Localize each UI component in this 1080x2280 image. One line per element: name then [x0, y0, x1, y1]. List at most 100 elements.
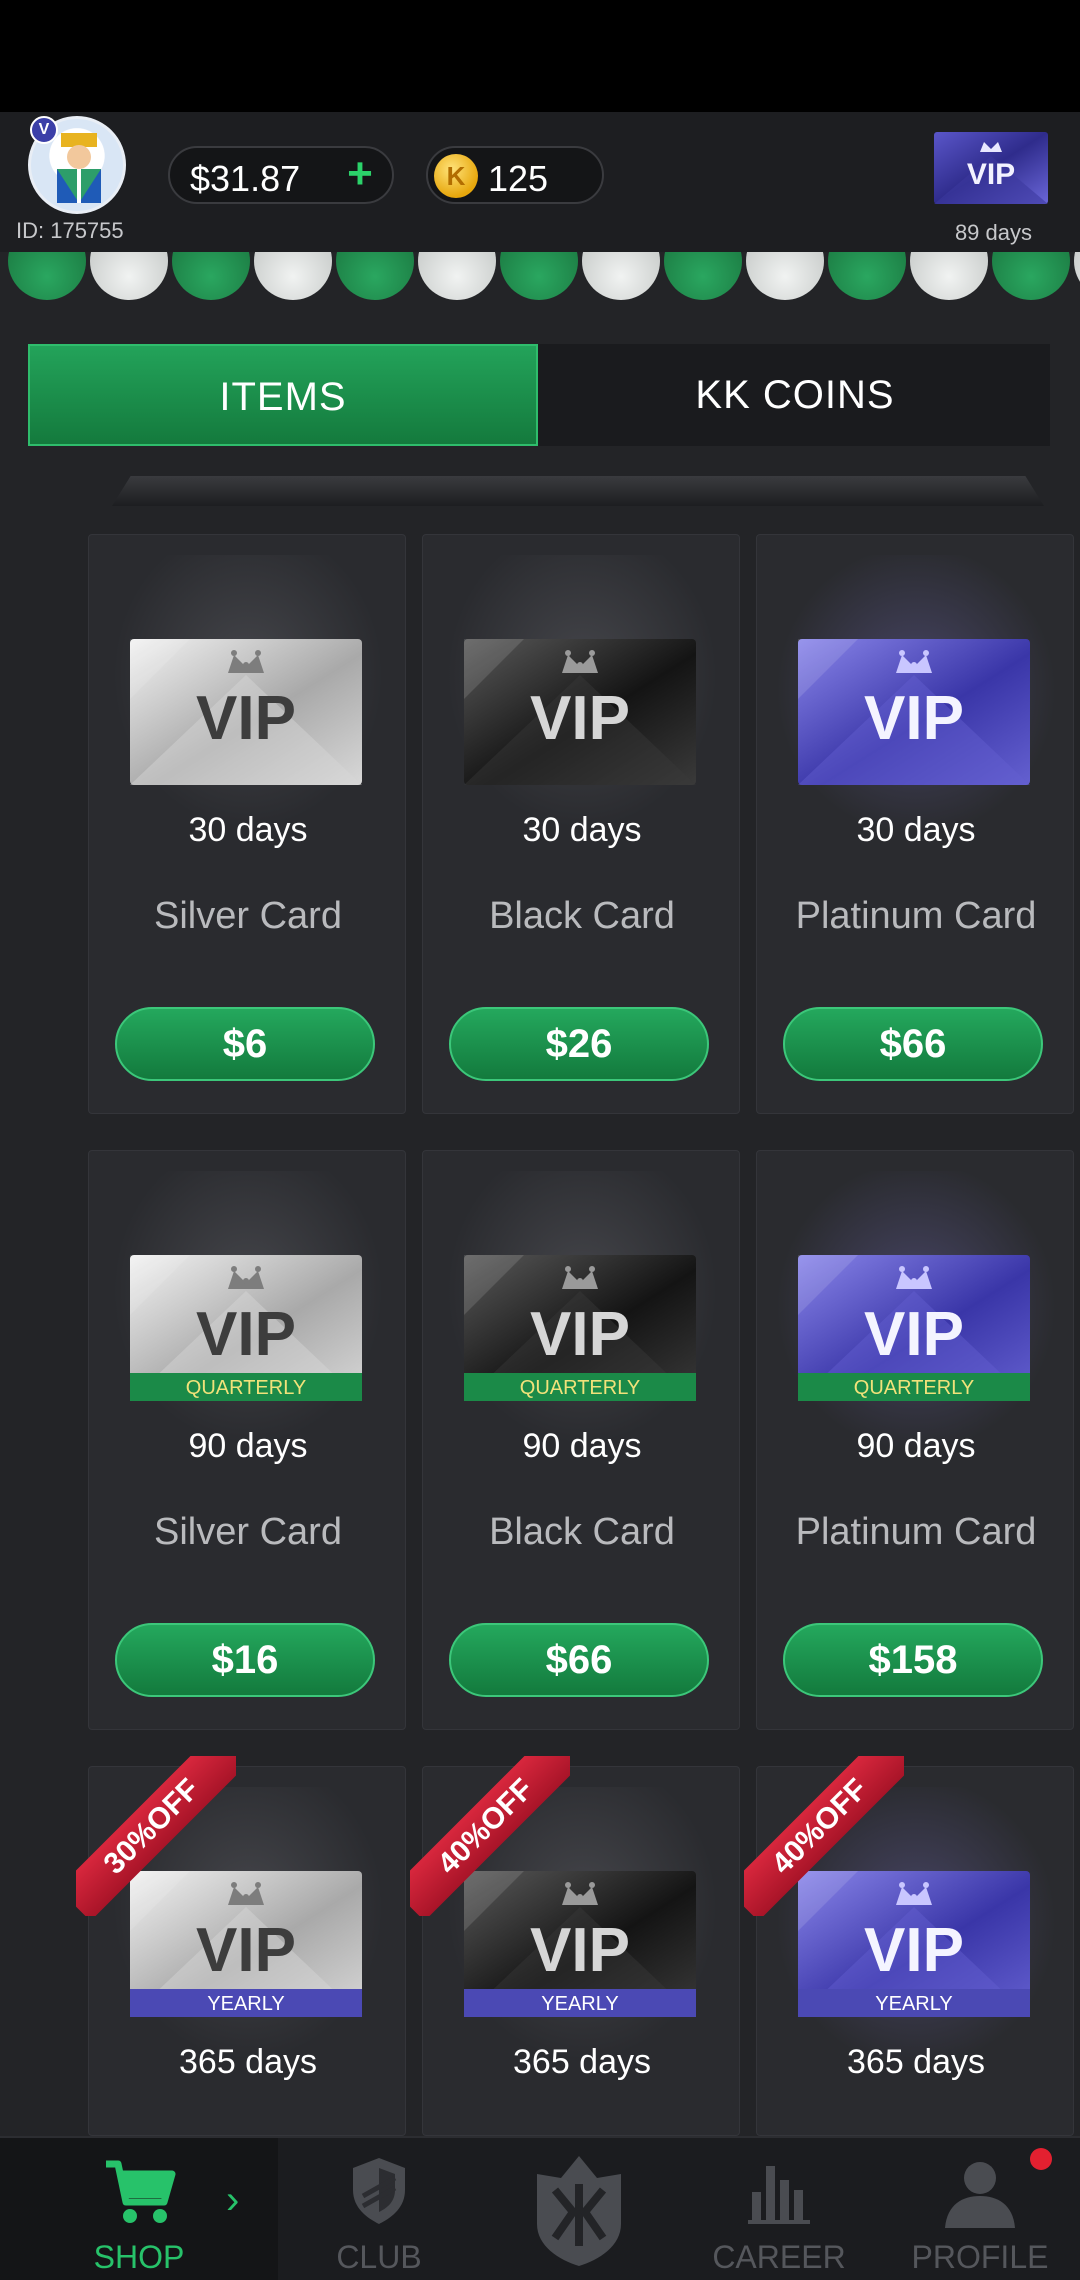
vip-status-icon[interactable]: VIP [934, 132, 1048, 204]
cash-value: $31.87 [190, 158, 301, 199]
vip-card-image: VIP [464, 639, 696, 785]
card-duration: 90 days [856, 1427, 976, 1465]
svg-text:VIP: VIP [196, 1916, 296, 1985]
awning-scallop [828, 252, 906, 300]
card-name: Black Card [489, 895, 675, 937]
chevron-right-icon: › [226, 2178, 240, 2222]
buy-button[interactable]: $16 [115, 1623, 375, 1697]
cash-balance: $31.87 + [168, 146, 394, 204]
buy-button[interactable]: $6 [115, 1007, 375, 1081]
buy-button[interactable]: $66 [449, 1623, 709, 1697]
tab-kk-coins[interactable]: KK COINS [540, 344, 1050, 446]
vip-days-remaining: 89 days [954, 220, 1032, 245]
vip-item-card[interactable]: VIP QUARTERLY 90 days Platinum Card $158 [756, 1150, 1074, 1730]
awning-scallop [336, 252, 414, 300]
discount-ribbon: 40%OFF [744, 1756, 904, 1916]
awning-scallop [746, 252, 824, 300]
discount-ribbon: 40%OFF [410, 1756, 570, 1916]
svg-text:QUARTERLY: QUARTERLY [186, 1377, 306, 1399]
svg-text:QUARTERLY: QUARTERLY [854, 1377, 974, 1399]
awning-scallop [90, 252, 168, 300]
svg-text:VIP: VIP [864, 1300, 964, 1369]
svg-text:VIP: VIP [196, 1300, 296, 1369]
awning-scallop [1074, 252, 1080, 300]
buy-button[interactable]: $66 [783, 1007, 1043, 1081]
discount-ribbon: 30%OFF [76, 1756, 236, 1916]
card-duration: 90 days [188, 1427, 308, 1465]
nav-shop-label: SHOP [93, 2239, 185, 2275]
awning-decoration [0, 252, 1080, 306]
coin-value: 125 [488, 158, 549, 199]
svg-text:VIP: VIP [196, 684, 296, 753]
status-bar [0, 0, 1080, 112]
vip-item-card[interactable]: VIP QUARTERLY 90 days Silver Card $16 [88, 1150, 406, 1730]
vip-card-image: VIP QUARTERLY [464, 1255, 696, 1401]
coin-balance: K 125 [426, 146, 604, 204]
buy-button[interactable]: $158 [783, 1623, 1043, 1697]
card-name: Platinum Card [795, 895, 1037, 937]
nav-home[interactable] [480, 2138, 678, 2280]
vip-card-image: VIP [798, 639, 1030, 785]
awning-scallop [418, 252, 496, 300]
awning-scallop [172, 252, 250, 300]
awning-scallop [8, 252, 86, 300]
discount-label: 40%OFF [744, 1756, 904, 1916]
nav-shop[interactable]: › SHOP [0, 2138, 278, 2280]
svg-text:QUARTERLY: QUARTERLY [520, 1377, 640, 1399]
awning-scallop [664, 252, 742, 300]
top-bar: V ID: 175755 $31.87 + K 125 VIP 89 days [0, 112, 1080, 252]
king-card-icon [57, 133, 101, 203]
kk-coin-icon: K [434, 154, 478, 198]
shop-tabs: ITEMS KK COINS [28, 344, 1050, 446]
buy-button[interactable]: $26 [449, 1007, 709, 1081]
nav-club-label: CLUB [336, 2239, 422, 2275]
awning-scallop [992, 252, 1070, 300]
nav-career[interactable]: CAREER [680, 2138, 878, 2280]
svg-text:VIP: VIP [864, 684, 964, 753]
awning-scallop [254, 252, 332, 300]
card-duration: 365 days [513, 2043, 651, 2081]
nav-club[interactable]: CLUB [280, 2138, 478, 2280]
card-duration: 90 days [522, 1427, 642, 1465]
cart-icon [106, 2160, 176, 2223]
svg-text:YEARLY: YEARLY [541, 1993, 618, 2015]
add-cash-button[interactable]: + [340, 152, 380, 196]
vip-item-card[interactable]: VIP 30 days Platinum Card $66 [756, 534, 1074, 1114]
card-duration: 365 days [179, 2043, 317, 2081]
nav-profile-label: PROFILE [911, 2239, 1049, 2275]
awning-scallop [910, 252, 988, 300]
nav-career-label: CAREER [712, 2239, 846, 2275]
bar-chart-icon [748, 2166, 810, 2224]
notification-dot [1030, 2148, 1052, 2170]
card-duration: 30 days [522, 811, 642, 849]
vip-avatar-badge: V [30, 116, 58, 144]
person-icon [945, 2162, 1015, 2228]
user-id: ID: 175755 [16, 218, 124, 243]
vip-card-image: VIP QUARTERLY [130, 1255, 362, 1401]
vip-item-card[interactable]: VIP QUARTERLY 90 days Black Card $66 [422, 1150, 740, 1730]
vip-card-image: VIP [130, 639, 362, 785]
vip-item-card[interactable]: VIP 30 days Black Card $26 [422, 534, 740, 1114]
discount-label: 30%OFF [76, 1756, 236, 1916]
vip-card-image: VIP QUARTERLY [798, 1255, 1030, 1401]
bottom-navigation: › SHOP CLUB CAREER PROFILE [0, 2136, 1080, 2280]
card-name: Platinum Card [795, 1511, 1037, 1553]
shelf-decoration [112, 476, 1044, 506]
awning-scallop [500, 252, 578, 300]
kk-logo-icon [537, 2156, 621, 2266]
svg-text:YEARLY: YEARLY [875, 1993, 952, 2015]
svg-text:VIP: VIP [864, 1916, 964, 1985]
svg-text:YEARLY: YEARLY [207, 1993, 284, 2015]
svg-text:VIP: VIP [530, 1300, 630, 1369]
shield-icon [353, 2158, 405, 2224]
nav-profile[interactable]: PROFILE [880, 2138, 1080, 2280]
card-duration: 30 days [188, 811, 308, 849]
discount-label: 40%OFF [410, 1756, 570, 1916]
svg-text:VIP: VIP [530, 684, 630, 753]
card-name: Silver Card [154, 1511, 342, 1553]
card-duration: 30 days [856, 811, 976, 849]
card-name: Black Card [489, 1511, 675, 1553]
tab-items[interactable]: ITEMS [28, 344, 538, 446]
awning-scallop [582, 252, 660, 300]
vip-item-card[interactable]: VIP 30 days Silver Card $6 [88, 534, 406, 1114]
